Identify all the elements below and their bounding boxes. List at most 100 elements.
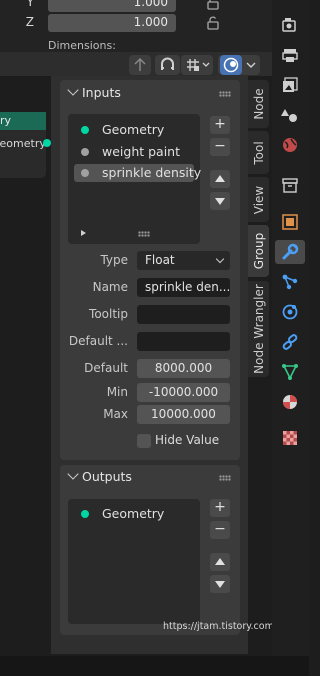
output-icon[interactable] [281,46,299,64]
material-icon[interactable] [281,393,299,411]
tooltip-field[interactable] [137,305,230,324]
chevron-down-icon [246,62,256,68]
tab-label: Group [251,232,266,270]
drag-handle-icon[interactable] [219,91,231,97]
arrow-up-icon [134,58,146,71]
overlays-dropdown[interactable] [218,55,260,75]
min-label: Min [106,385,128,399]
add-input-button[interactable]: + [210,116,230,134]
list-item-label: Geometry [102,506,165,521]
triangle-up-icon [215,175,225,182]
scale-z-field[interactable]: 1.000 [48,14,176,32]
lock-icon[interactable] [206,0,220,10]
default-label: Default [84,361,128,375]
inputs-list[interactable]: Geometry weight paint sprinkle density [68,114,201,244]
outputs-list[interactable]: Geometry [68,499,200,624]
remove-output-button[interactable]: − [210,521,230,539]
properties-tab-bar [272,0,309,656]
remove-input-button[interactable]: − [210,138,230,156]
max-value-field[interactable]: 10000.000 [137,405,230,424]
snap-element-dropdown[interactable] [181,55,213,75]
watermark: https://jtam.tistory.com [163,621,274,632]
magnet-icon [161,57,174,70]
tab-tool[interactable]: Tool [248,131,269,174]
parent-node-tree-button[interactable] [129,55,151,75]
collection-icon[interactable] [281,176,299,194]
dimensions-label: Dimensions: [48,39,116,52]
view-layer-icon[interactable] [281,76,299,94]
list-item[interactable]: Geometry [74,505,194,523]
scale-y-value: 1.000 [133,0,168,9]
node-output-socket[interactable] [43,139,51,147]
socket-geometry-icon [81,510,89,518]
max-value: 10000.000 [151,407,216,421]
move-output-down-button[interactable] [210,575,230,593]
list-item-label: sprinkle density [102,165,202,180]
overlay-icon [223,57,239,73]
axis-label-z: Z [25,15,34,29]
snap-toggle-button[interactable] [155,55,180,75]
add-output-button[interactable]: + [210,499,230,517]
tab-node[interactable]: Node [248,80,269,128]
move-input-down-button[interactable] [210,192,230,210]
overlay-toggle[interactable] [220,55,242,75]
list-item[interactable]: Geometry [74,121,194,139]
max-label: Max [103,407,128,421]
triangle-down-icon [215,198,225,205]
transform-panel: Y 1.000 Z 1.000 [0,0,272,52]
name-field[interactable]: sprinkle den... [137,278,230,297]
list-item-label: Geometry [102,122,165,137]
physics-icon[interactable] [281,303,299,321]
constraints-icon[interactable] [281,333,299,351]
node-output-label: Geometry [0,137,46,150]
scale-y-field[interactable]: 1.000 [48,0,176,12]
tab-view[interactable]: View [248,177,269,222]
list-item[interactable]: weight paint [74,143,194,161]
hide-value-checkbox[interactable] [137,434,151,448]
default-value-field[interactable]: 8000.000 [137,359,230,378]
outputs-panel-title[interactable]: Outputs [82,469,132,484]
type-label: Type [100,253,128,267]
tab-label: Tool [251,140,266,165]
default-value: 8000.000 [154,361,213,375]
grid-snap-icon [187,59,210,71]
object-icon[interactable] [281,213,299,231]
socket-float-icon [81,169,89,177]
node-editor-header [0,52,272,76]
triangle-down-icon [215,581,225,588]
min-value-field[interactable]: -10000.000 [137,383,230,402]
min-value: -10000.000 [148,385,219,399]
render-icon[interactable] [281,16,299,34]
particles-icon[interactable] [281,273,299,291]
scene-icon[interactable] [281,106,299,124]
move-output-up-button[interactable] [210,553,230,571]
list-resize-handle-icon[interactable] [138,231,150,237]
world-icon[interactable] [281,136,299,154]
node-title: ry [0,114,12,127]
socket-geometry-icon [81,126,89,134]
default-attribute-label: Default ... [68,334,128,348]
list-item-label: weight paint [102,144,181,159]
tab-node-wrangler[interactable]: Node Wrangler [248,281,269,377]
texture-icon[interactable] [281,429,299,447]
list-filter-expand-icon[interactable] [81,230,86,236]
status-bar [0,656,309,676]
name-label: Name [92,280,128,294]
move-input-up-button[interactable] [210,170,230,188]
data-icon[interactable] [281,363,299,381]
tooltip-label: Tooltip [89,307,128,321]
hide-value-label[interactable]: Hide Value [155,433,219,447]
tab-label: Node Wrangler [251,284,266,374]
axis-label-y: Y [26,0,34,9]
modifier-icon[interactable] [281,243,299,261]
drag-handle-icon[interactable] [219,475,231,481]
type-select[interactable]: Float [137,251,230,270]
unlock-icon[interactable] [206,16,220,30]
scale-z-value: 1.000 [133,15,168,29]
tab-label: Node [251,88,266,120]
inputs-panel-title[interactable]: Inputs [82,85,121,100]
tab-group[interactable]: Group [248,225,269,277]
list-item-selected[interactable]: sprinkle density [74,164,201,182]
default-attribute-field[interactable] [137,332,230,351]
tab-label: View [251,185,266,214]
